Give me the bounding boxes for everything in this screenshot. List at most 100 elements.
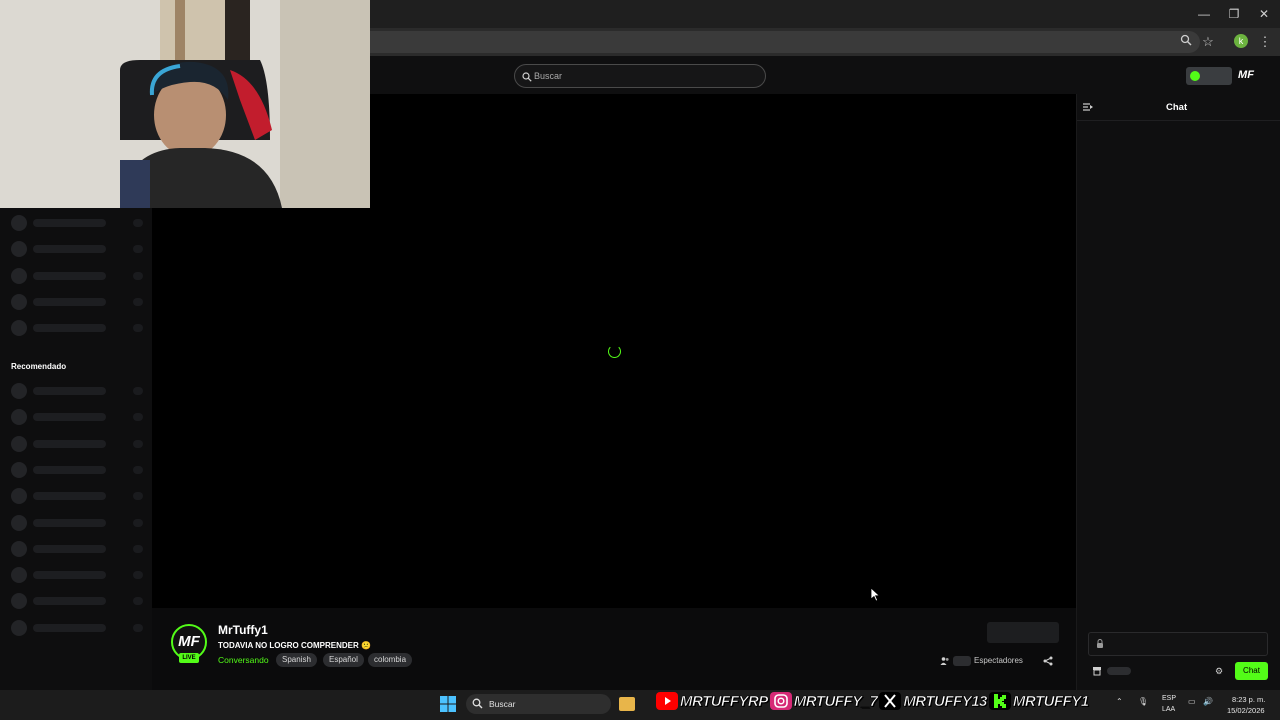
skeleton-count	[133, 597, 143, 606]
skeleton-bar	[33, 518, 106, 527]
instagram-icon	[769, 692, 792, 710]
volume-icon[interactable]: 🔊	[1203, 697, 1213, 706]
skeleton-count	[133, 623, 143, 632]
skeleton-count	[133, 219, 143, 227]
tag-spanish[interactable]: Spanish	[276, 653, 317, 667]
tag-colombia[interactable]: colombia	[368, 653, 413, 667]
input-language[interactable]: ESP	[1162, 695, 1176, 702]
skeleton-bar	[33, 623, 106, 632]
chat-input[interactable]	[1088, 632, 1268, 656]
skeleton-count	[133, 465, 143, 474]
live-badge: LIVE	[179, 653, 199, 663]
skeleton-bar	[33, 439, 106, 448]
menu-icon[interactable]: ⋮	[1256, 33, 1274, 51]
skeleton-bar	[33, 387, 106, 395]
skeleton-avatar	[11, 567, 27, 584]
x-handle: MRTUFFY13	[903, 692, 988, 710]
chat-points-skeleton	[1107, 667, 1131, 675]
skeleton-count	[133, 271, 143, 280]
x-icon	[879, 692, 902, 710]
stream-title: TODAVIA NO LOGRO COMPRENDER 😕	[218, 641, 371, 650]
taskbar-search[interactable]	[466, 694, 611, 714]
profile-avatar[interactable]: k	[1234, 34, 1248, 48]
sidebar-skeleton-row	[11, 461, 146, 478]
clock-date[interactable]: 15/02/2026	[1227, 706, 1265, 715]
chat-send-button[interactable]: Chat	[1235, 662, 1268, 680]
skeleton-count	[133, 245, 143, 254]
skeleton-avatar	[11, 215, 27, 231]
sidebar-skeleton-row	[11, 435, 146, 452]
sidebar-skeleton-row	[11, 488, 146, 505]
skeleton-count	[133, 571, 143, 580]
skeleton-count	[133, 324, 143, 333]
sidebar-skeleton-row	[11, 241, 146, 258]
share-icon[interactable]	[1043, 656, 1053, 666]
skeleton-count	[133, 492, 143, 501]
kick-handle: MRTUFFY1	[1012, 692, 1090, 710]
sidebar-skeleton-row	[11, 619, 146, 636]
chevron-up-icon[interactable]: ⌃	[1116, 697, 1123, 706]
skeleton-avatar	[11, 461, 27, 478]
skeleton-avatar	[11, 383, 27, 399]
skeleton-avatar	[11, 320, 27, 337]
windows-start-icon[interactable]	[440, 696, 456, 712]
sidebar-skeleton-row	[11, 514, 146, 531]
skeleton-bar	[33, 413, 106, 422]
lock-icon	[1096, 639, 1106, 649]
sidebar-skeleton-row	[11, 540, 146, 557]
skeleton-count	[133, 297, 143, 306]
skeleton-avatar	[11, 409, 27, 426]
viewers-icon	[940, 656, 950, 666]
zoom-icon[interactable]	[1177, 33, 1195, 51]
search-icon	[522, 69, 532, 82]
sidebar-skeleton-row	[11, 567, 146, 584]
close-button[interactable]: ✕	[1254, 4, 1274, 24]
chat-title: Chat	[1166, 102, 1188, 113]
gear-icon[interactable]: ⚙	[1215, 666, 1225, 676]
viewers-label: Espectadores	[974, 656, 1023, 665]
viewer-count-skeleton	[953, 656, 971, 666]
skeleton-avatar	[11, 593, 27, 610]
skeleton-bar	[33, 597, 106, 606]
chat-header-divider	[1077, 120, 1280, 121]
network-icon[interactable]: ▭	[1188, 697, 1196, 706]
sidebar-skeleton-row	[11, 293, 146, 310]
sidebar-skeleton-row	[11, 593, 146, 610]
tag-espanol[interactable]: Español	[323, 653, 364, 667]
youtube-handle: MRTUFFYRP	[680, 692, 769, 710]
microphone-icon[interactable]: 🎙	[1138, 697, 1148, 706]
kick-icon	[988, 692, 1011, 710]
sidebar-skeleton-row	[11, 383, 146, 399]
follow-button-skeleton[interactable]	[987, 622, 1059, 643]
streamer-name[interactable]: MrTuffy1	[218, 623, 268, 637]
restore-button[interactable]: ❐	[1224, 4, 1244, 24]
input-layout[interactable]: LAA	[1162, 706, 1175, 713]
skeleton-avatar	[11, 241, 27, 258]
clock-time[interactable]: 8:23 p. m.	[1232, 695, 1265, 704]
star-icon[interactable]: ☆	[1199, 33, 1217, 51]
skeleton-bar	[33, 245, 106, 254]
webcam-overlay	[0, 0, 370, 208]
taskbar-search-label: Buscar	[489, 699, 516, 709]
skeleton-count	[133, 439, 143, 448]
search-icon	[472, 698, 484, 710]
store-icon[interactable]	[1092, 666, 1102, 676]
instagram-handle: MRTUFFY_7	[793, 692, 878, 710]
skeleton-count	[133, 387, 143, 395]
skeleton-bar	[33, 271, 106, 280]
collapse-chat-icon[interactable]	[1082, 101, 1094, 113]
skeleton-count	[133, 544, 143, 553]
sidebar-skeleton-row	[11, 267, 146, 284]
chat-panel	[1076, 94, 1280, 690]
mouse-cursor-icon	[870, 587, 881, 602]
stream-category-link[interactable]: Conversando	[218, 655, 269, 665]
file-explorer-icon[interactable]	[619, 697, 635, 711]
skeleton-avatar	[11, 293, 27, 310]
skeleton-bar	[33, 297, 106, 306]
kick-wallet-button[interactable]	[1186, 67, 1232, 85]
skeleton-avatar	[11, 514, 27, 531]
search-input[interactable]	[534, 67, 754, 85]
user-avatar[interactable]: MF	[1238, 67, 1254, 83]
minimize-button[interactable]: —	[1194, 4, 1214, 24]
skeleton-avatar	[11, 540, 27, 557]
